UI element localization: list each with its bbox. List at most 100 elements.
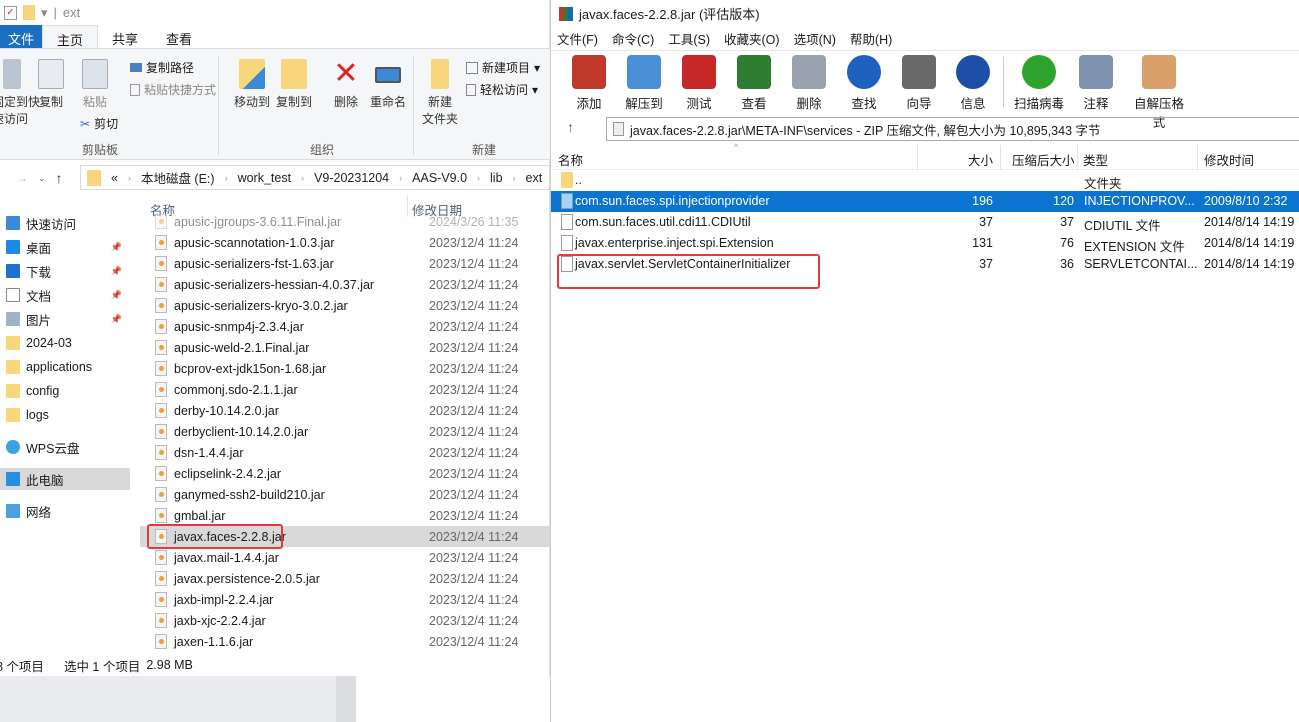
pin-icon[interactable]: 📌 [111, 242, 122, 253]
file-date: 2023/12/4 11:24 [429, 445, 519, 460]
column-header-type[interactable]: 类型 [1083, 150, 1108, 169]
breadcrumb-item[interactable]: work_test [238, 171, 292, 185]
tab-share[interactable]: 共享 [98, 25, 152, 48]
file-row[interactable]: derbyclient-10.14.2.0.jar 2023/12/4 11:24 [140, 421, 550, 442]
pin-icon[interactable]: 📌 [111, 290, 122, 301]
menu-item[interactable]: 命令(C) [612, 29, 654, 48]
sidebar-item[interactable]: 图片 📌 [0, 308, 130, 330]
sidebar-item[interactable]: 下载 📌 [0, 260, 130, 282]
file-row[interactable]: gmbal.jar 2023/12/4 11:24 [140, 505, 550, 526]
menu-item[interactable]: 文件(F) [557, 29, 598, 48]
copy-path-button[interactable]: 复制路径 [130, 59, 194, 76]
forward-icon[interactable]: → [16, 171, 28, 185]
file-row[interactable]: dsn-1.4.4.jar 2023/12/4 11:24 [140, 442, 550, 463]
copy-button[interactable]: 复制 [38, 59, 64, 110]
address-bar[interactable]: « › 本地磁盘 (E:) › work_test › V9-20231204 › AAS-V9… [80, 165, 550, 190]
new-folder-button[interactable]: 新建 文件夹 [422, 59, 458, 127]
file-row[interactable]: apusic-serializers-hessian-4.0.37.jar 202… [140, 274, 550, 295]
file-row[interactable]: jaxen-1.1.6.jar 2023/12/4 11:24 [140, 631, 550, 652]
file-row[interactable]: javax.mail-1.4.4.jar 2023/12/4 11:24 [140, 547, 550, 568]
copy-to-button[interactable]: 复制到 [276, 59, 312, 110]
file-row[interactable]: derby-10.14.2.0.jar 2023/12/4 11:24 [140, 400, 550, 421]
file-row[interactable]: bcprov-ext-jdk15on-1.68.jar 2023/12/4 11:… [140, 358, 550, 379]
sidebar-item[interactable]: 2024-03 [0, 332, 130, 354]
tab-file[interactable]: 文件 [0, 25, 43, 48]
toolbar-button-wizard-wand[interactable]: 向导 [889, 55, 949, 112]
toolbar-button-find-magnifier[interactable]: 查找 [834, 55, 894, 112]
file-row[interactable]: jaxb-xjc-2.2.4.jar 2023/12/4 11:24 [140, 610, 550, 631]
file-row[interactable]: commonj.sdo-2.1.1.jar 2023/12/4 11:24 [140, 379, 550, 400]
column-header-modified[interactable]: 修改时间 [1204, 150, 1254, 169]
cut-button[interactable]: ✂ 剪切 [80, 115, 118, 132]
new-item-button[interactable]: 新建项目 ▾ [466, 59, 540, 76]
sidebar-item[interactable]: 快速访问 [0, 212, 130, 234]
rename-button[interactable]: 重命名 [370, 59, 406, 110]
archive-row[interactable]: com.sun.faces.util.cdi11.CDIUtil 37 37 CDIU… [551, 212, 1299, 233]
column-header-packed[interactable]: 压缩后大小 [1012, 150, 1075, 169]
file-packed-size: 36 [1060, 257, 1074, 271]
up-one-level-icon[interactable]: ↑ [567, 119, 574, 135]
menu-item[interactable]: 工具(S) [668, 29, 710, 48]
column-header-size[interactable]: 大小 [968, 150, 993, 169]
sidebar-item[interactable]: 文档 📌 [0, 284, 130, 306]
pin-quick-access-button[interactable]: 固定到快 速访问 [0, 59, 40, 127]
up-arrow-icon[interactable]: ↑ [56, 170, 63, 186]
toolbar-button-test-clipboard[interactable]: 测试 [669, 55, 729, 112]
file-row[interactable]: apusic-weld-2.1.Final.jar 2023/12/4 11:24 [140, 337, 550, 358]
jar-file-icon [155, 445, 167, 460]
file-row[interactable]: apusic-scannotation-1.0.3.jar 2023/12/4 1… [140, 232, 550, 253]
file-row[interactable]: apusic-serializers-kryo-3.0.2.jar 2023/12… [140, 295, 550, 316]
toolbar-button-delete-trash[interactable]: 删除 [779, 55, 839, 112]
toolbar-button-info[interactable]: 信息 [943, 55, 1003, 112]
breadcrumb-item[interactable]: AAS-V9.0 [412, 171, 467, 185]
breadcrumb-item[interactable]: « [111, 171, 118, 185]
toolbar-button-virus-scan[interactable]: 扫描病毒 [1009, 55, 1069, 112]
paste-shortcut-button[interactable]: 粘贴快捷方式 [130, 81, 216, 98]
sidebar-item[interactable]: logs [0, 404, 130, 426]
file-row[interactable]: eclipselink-2.4.2.jar 2023/12/4 11:24 [140, 463, 550, 484]
breadcrumb-item[interactable]: lib [490, 171, 503, 185]
easy-access-button[interactable]: 轻松访问 ▾ [466, 81, 538, 98]
breadcrumb-item[interactable]: V9-20231204 [314, 171, 389, 185]
toolbar-button-extract-folder[interactable]: 解压到 [614, 55, 674, 112]
menu-item[interactable]: 收藏夹(O) [724, 29, 780, 48]
sidebar-item[interactable]: 此电脑 [0, 468, 130, 490]
new-folder-icon[interactable] [23, 5, 35, 20]
column-header-name[interactable]: 名称 [558, 150, 583, 169]
archive-row[interactable]: com.sun.faces.spi.injectionprovider 196 12… [551, 191, 1299, 212]
file-row[interactable]: apusic-jgroups-3.6.11.Final.jar 2024/3/26… [140, 211, 550, 232]
file-row[interactable]: jaxb-impl-2.2.4.jar 2023/12/4 11:24 [140, 589, 550, 610]
archive-row[interactable]: javax.enterprise.inject.spi.Extension 131… [551, 233, 1299, 254]
breadcrumb-item[interactable]: 本地磁盘 (E:) [141, 168, 215, 187]
sidebar-item[interactable]: config [0, 380, 130, 402]
tab-view[interactable]: 查看 [152, 25, 206, 48]
menu-item[interactable]: 帮助(H) [850, 29, 892, 48]
archive-row[interactable]: .. 文件夹 [551, 170, 1299, 191]
file-type: CDIUTIL 文件 [1084, 219, 1161, 233]
address-bar[interactable]: javax.faces-2.2.8.jar\META-INF\services … [606, 117, 1299, 141]
sidebar-item[interactable]: 网络 [0, 500, 130, 522]
tab-home[interactable]: 主页 [42, 25, 99, 48]
paste-button[interactable]: 粘贴 [82, 59, 108, 110]
customize-dropdown-icon[interactable]: ▾ [41, 5, 48, 21]
file-row[interactable]: ganymed-ssh2-build210.jar 2023/12/4 11:24 [140, 484, 550, 505]
pin-icon[interactable]: 📌 [111, 266, 122, 277]
move-to-icon [239, 59, 265, 89]
delete-button[interactable]: ✕ 删除 [333, 59, 359, 110]
toolbar-button-add-archive[interactable]: 添加 [559, 55, 619, 112]
file-row[interactable]: javax.persistence-2.0.5.jar 2023/12/4 11:… [140, 568, 550, 589]
file-row[interactable]: apusic-serializers-fst-1.63.jar 2023/12/4… [140, 253, 550, 274]
recent-dropdown-icon[interactable]: ⌄ [38, 173, 46, 184]
properties-icon[interactable]: ✓ [4, 5, 17, 20]
move-to-button[interactable]: 移动到 [234, 59, 270, 110]
toolbar-button-view-book[interactable]: 查看 [724, 55, 784, 112]
sidebar-item[interactable]: 桌面 📌 [0, 236, 130, 258]
file-row[interactable]: apusic-snmp4j-2.3.4.jar 2023/12/4 11:24 [140, 316, 550, 337]
sidebar-item[interactable]: applications [0, 356, 130, 378]
breadcrumb-item[interactable]: ext [526, 171, 543, 185]
pin-icon[interactable]: 📌 [111, 314, 122, 325]
menu-item[interactable]: 选项(N) [794, 29, 836, 48]
toolbar-button-comment[interactable]: 注释 [1066, 55, 1126, 112]
sidebar-item[interactable]: WPS云盘 [0, 436, 130, 458]
test-clipboard-icon [682, 55, 716, 89]
